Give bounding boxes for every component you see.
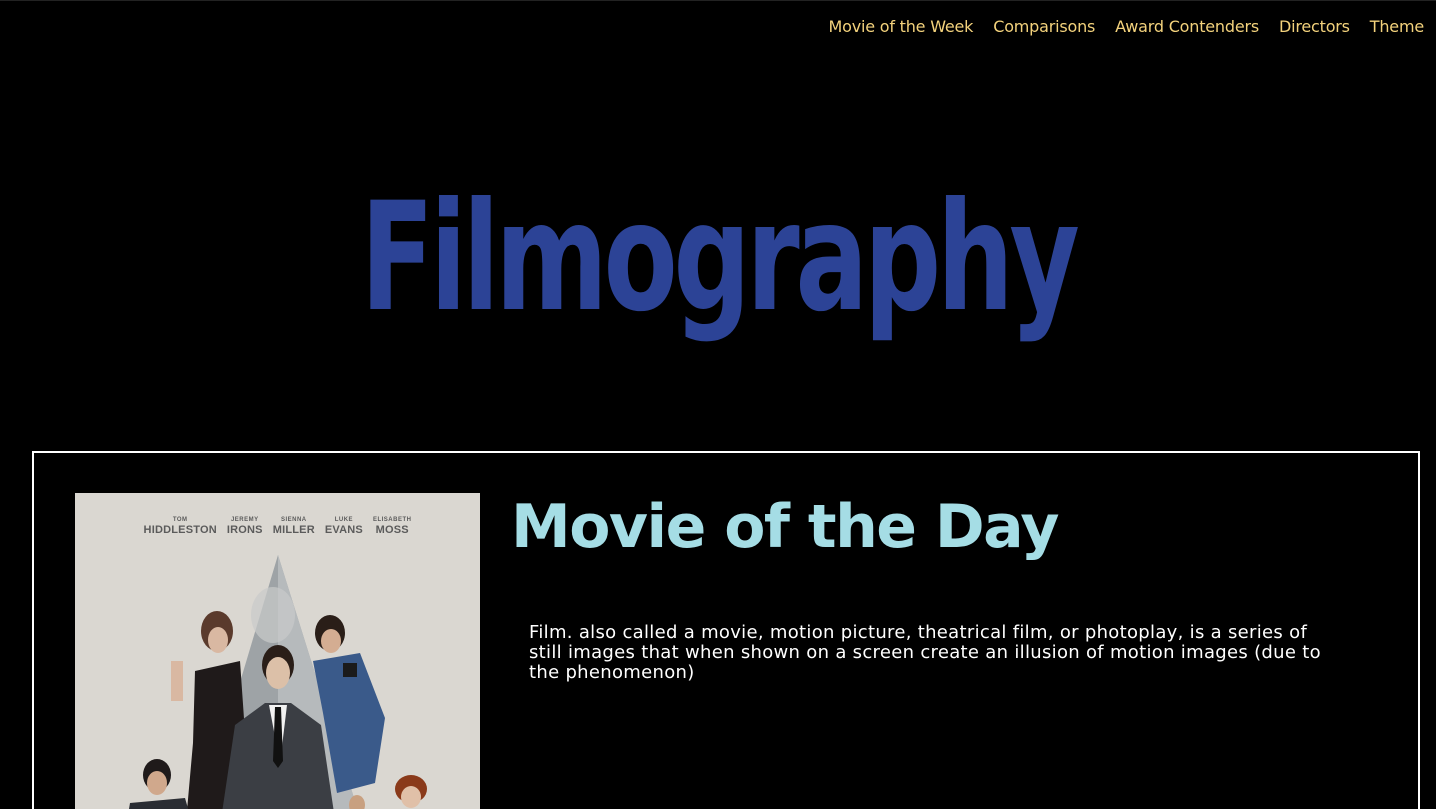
nav-link-theme[interactable]: Theme	[1370, 17, 1424, 36]
nav-link-award-contenders[interactable]: Award Contenders	[1115, 17, 1259, 36]
nav-link-movie-of-the-week[interactable]: Movie of the Week	[829, 17, 974, 36]
cast-first-name: LUKE	[334, 517, 354, 523]
poster-cast-list: TOM HIDDLESTON JEREMY IRONS SIENNA MILLE…	[75, 517, 480, 536]
cast-member: SIENNA MILLER	[273, 517, 315, 536]
cast-member: JEREMY IRONS	[227, 517, 263, 536]
movie-of-the-day-card: TOM HIDDLESTON JEREMY IRONS SIENNA MILLE…	[32, 451, 1420, 809]
movie-description: Film. also called a movie, motion pictur…	[529, 622, 1321, 683]
cast-first-name: SIENNA	[280, 517, 307, 523]
cast-last-name: MILLER	[272, 524, 315, 536]
cast-member: LUKE EVANS	[325, 517, 363, 536]
nav-link-comparisons[interactable]: Comparisons	[993, 17, 1095, 36]
movie-poster[interactable]: TOM HIDDLESTON JEREMY IRONS SIENNA MILLE…	[75, 493, 480, 809]
movie-of-the-day-heading: Movie of the Day	[511, 492, 1059, 562]
cast-member: ELISABETH MOSS	[373, 517, 412, 536]
cast-first-name: TOM	[172, 517, 188, 523]
top-border	[0, 0, 1436, 1]
cast-last-name: EVANS	[324, 524, 363, 536]
cast-first-name: JEREMY	[230, 517, 259, 523]
cast-first-name: ELISABETH	[372, 517, 412, 523]
cast-last-name: IRONS	[226, 524, 263, 536]
cast-last-name: MOSS	[375, 524, 409, 536]
nav-link-directors[interactable]: Directors	[1279, 17, 1350, 36]
cast-last-name: HIDDLESTON	[143, 524, 217, 536]
site-title: Filmography	[360, 171, 1079, 345]
cast-member: TOM HIDDLESTON	[144, 517, 217, 536]
poster-artwork	[129, 555, 427, 809]
main-nav: Movie of the Week Comparisons Award Cont…	[829, 17, 1425, 36]
